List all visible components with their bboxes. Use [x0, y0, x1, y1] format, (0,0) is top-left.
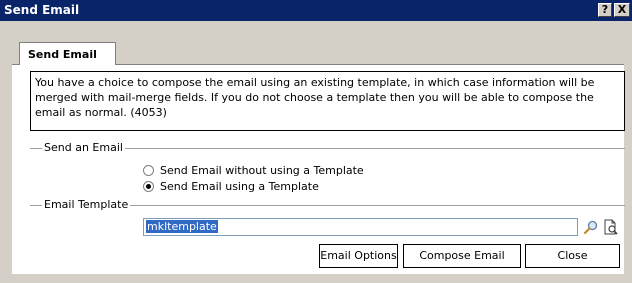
email-options-button[interactable]: Email Options	[319, 244, 398, 268]
tab-send-email[interactable]: Send Email	[19, 42, 116, 65]
radio-circle-checked[interactable]	[143, 181, 154, 192]
radio-circle[interactable]	[143, 165, 154, 176]
title-bar: Send Email ? X	[0, 0, 632, 21]
close-window-button[interactable]: X	[614, 3, 630, 17]
document-preview-icon[interactable]	[603, 219, 619, 235]
window-title: Send Email	[4, 3, 80, 17]
help-button[interactable]: ?	[598, 3, 612, 17]
compose-email-button[interactable]: Compose Email	[403, 244, 521, 268]
radio-with-template-label: Send Email using a Template	[160, 180, 319, 193]
send-group-label: Send an Email	[42, 141, 125, 154]
template-input[interactable]: mkltemplate	[143, 218, 578, 236]
template-input-value: mkltemplate	[146, 220, 218, 233]
search-icon[interactable]	[583, 219, 599, 235]
template-group-label: Email Template	[42, 198, 131, 211]
close-button[interactable]: Close	[525, 244, 620, 268]
radio-without-template-label: Send Email without using a Template	[160, 164, 364, 177]
radio-with-template[interactable]: Send Email using a Template	[143, 180, 319, 193]
description-text: You have a choice to compose the email u…	[30, 71, 625, 131]
radio-without-template[interactable]: Send Email without using a Template	[143, 164, 364, 177]
